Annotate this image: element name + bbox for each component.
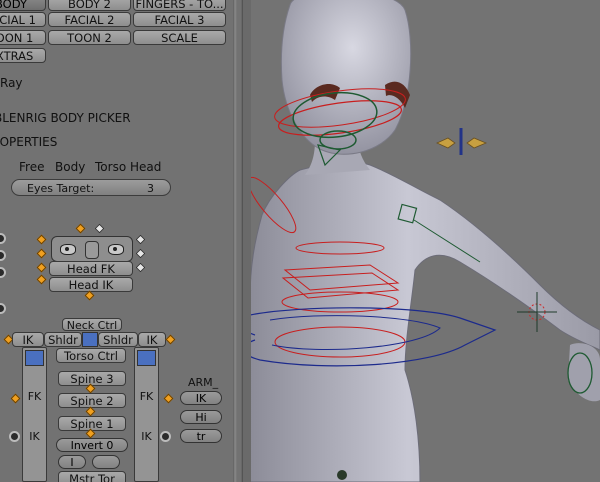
head-top-handle-icon[interactable] — [75, 223, 86, 234]
mode-free[interactable]: Free — [19, 160, 44, 174]
tab-body[interactable]: BODY — [0, 0, 46, 11]
eyes-target-label: Eyes Target: — [27, 182, 95, 195]
spine-3-button[interactable]: Spine 3 — [58, 371, 126, 386]
head-ik-button[interactable]: Head IK — [49, 277, 133, 292]
left-radio-1[interactable] — [0, 233, 6, 244]
mode-torso-head[interactable]: Torso Head — [95, 160, 161, 174]
eye-target-right — [466, 137, 488, 149]
invert-slider[interactable]: Invert 0 — [56, 438, 128, 452]
head-face-selector[interactable] — [51, 236, 133, 262]
head-right-handle-1-icon[interactable] — [135, 234, 146, 245]
head-right-handle-2-icon[interactable] — [135, 248, 146, 259]
left-arm-link-icon[interactable] — [25, 350, 44, 366]
head-left-handle-2-icon[interactable] — [36, 248, 47, 259]
tab-facial-1[interactable]: FACIAL 1 — [0, 12, 46, 27]
small-toggle-left-text: I — [70, 456, 74, 469]
shoulder-link-icon[interactable] — [82, 332, 98, 347]
tab-toon-1[interactable]: TOON 1 — [0, 30, 46, 45]
right-arm-radio[interactable] — [160, 431, 171, 442]
ik-right-handle-icon[interactable] — [165, 334, 176, 345]
right-arm-ik[interactable]: IK — [134, 430, 159, 443]
nose-icon — [85, 241, 99, 259]
right-arm-handle-icon[interactable] — [163, 393, 174, 404]
ray-label: Ray — [0, 76, 23, 90]
left-arm-handle-icon[interactable] — [10, 393, 21, 404]
eyes-target-value: 3 — [147, 182, 154, 195]
left-arm-ik[interactable]: IK — [22, 430, 47, 443]
ik-right-button[interactable]: IK — [138, 332, 166, 347]
properties-title: PROPERTIES — [0, 135, 58, 149]
tab-scale[interactable]: SCALE — [133, 30, 226, 45]
right-arm-fk[interactable]: FK — [134, 390, 159, 403]
arm-tr-slider[interactable]: tr — [180, 429, 222, 443]
tab-facial-3[interactable]: FACIAL 3 — [133, 12, 226, 27]
head-top-handle-2-icon[interactable] — [94, 223, 105, 234]
viewport-scene — [243, 0, 600, 482]
small-toggle-left[interactable]: I — [58, 455, 86, 469]
right-arm-link-icon[interactable] — [137, 350, 156, 366]
arm-ik-slider[interactable]: IK — [180, 391, 222, 405]
head-right-handle-3-icon[interactable] — [135, 262, 146, 273]
tab-facial-2[interactable]: FACIAL 2 — [48, 12, 131, 27]
panel-divider[interactable] — [233, 0, 243, 482]
eye-target-left — [436, 137, 456, 149]
head-fk-button[interactable]: Head FK — [49, 261, 133, 276]
tab-fingers-toes[interactable]: FINGERS - TO... — [133, 0, 226, 11]
torso-ctrl-button[interactable]: Torso Ctrl — [56, 348, 126, 363]
eyes-target-field[interactable]: Eyes Target: 3 — [11, 179, 171, 196]
small-toggle-right[interactable] — [92, 455, 120, 469]
navel-marker — [337, 470, 347, 480]
neck-handle-icon[interactable] — [84, 290, 95, 301]
left-radio-4[interactable] — [0, 303, 6, 314]
tab-toon-2[interactable]: TOON 2 — [48, 30, 131, 45]
shldr-right-button[interactable]: Shldr — [98, 332, 138, 347]
mstr-torso-button[interactable]: Mstr Tor — [58, 471, 126, 482]
viewport-edge — [243, 0, 251, 482]
mode-body[interactable]: Body — [55, 160, 85, 174]
left-arm-fk[interactable]: FK — [22, 390, 47, 403]
head-left-handle-4-icon[interactable] — [36, 274, 47, 285]
left-radio-2[interactable] — [0, 250, 6, 261]
left-arm-radio[interactable] — [9, 431, 20, 442]
spine-2-button[interactable]: Spine 2 — [58, 393, 126, 408]
spine-1-button[interactable]: Spine 1 — [58, 416, 126, 431]
spine-2-handle-icon[interactable] — [85, 406, 96, 417]
left-pupil-icon — [65, 247, 69, 251]
head-left-handle-3-icon[interactable] — [36, 262, 47, 273]
left-radio-3[interactable] — [0, 267, 6, 278]
neck-ctrl-button[interactable]: Neck Ctrl — [62, 318, 122, 331]
left-arm-column — [22, 347, 47, 482]
right-pupil-icon — [113, 247, 117, 251]
shldr-left-button[interactable]: Shldr — [44, 332, 82, 347]
ik-left-button[interactable]: IK — [12, 332, 44, 347]
picker-title: BLENRIG BODY PICKER — [0, 111, 131, 125]
character-body — [249, 161, 600, 482]
arm-side-title: ARM_ — [188, 376, 219, 389]
tool-panel: BODY BODY 2 FINGERS - TO... FACIAL 1 FAC… — [0, 0, 233, 482]
tab-body-2[interactable]: BODY 2 — [48, 0, 131, 11]
arm-hi-slider[interactable]: Hi — [180, 410, 222, 424]
right-arm-column — [134, 347, 159, 482]
tab-extras[interactable]: EXTRAS — [0, 48, 46, 63]
head-left-handle-1-icon[interactable] — [36, 234, 47, 245]
3d-viewport[interactable] — [243, 0, 600, 482]
